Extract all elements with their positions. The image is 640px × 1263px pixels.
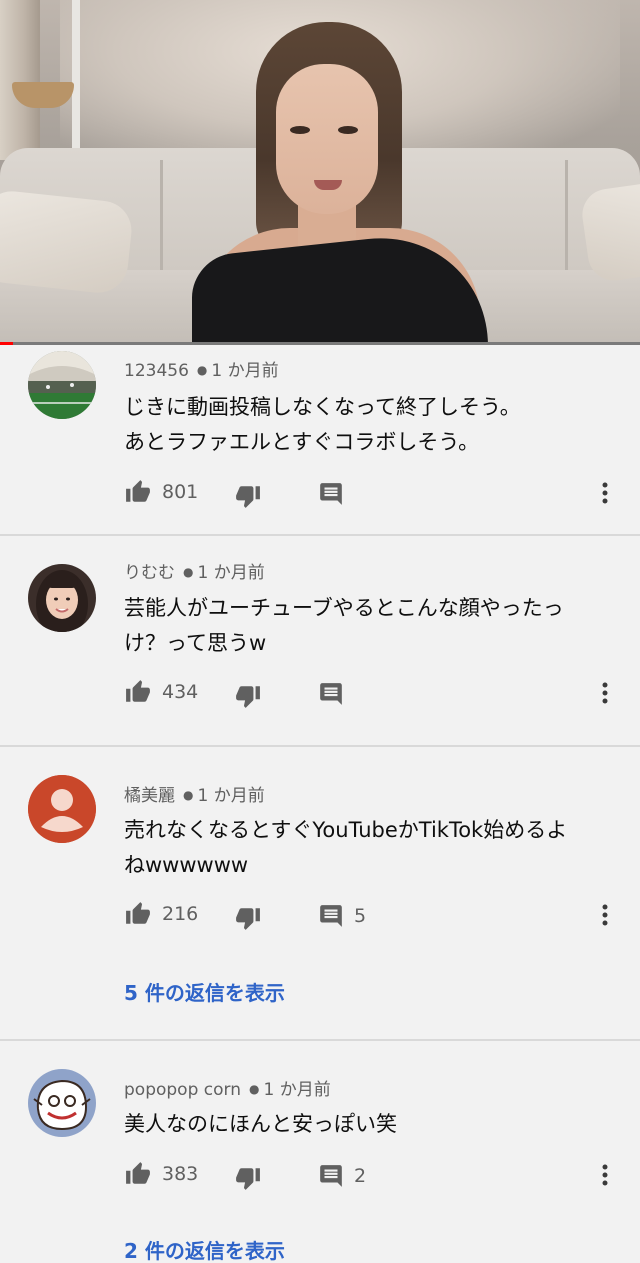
like-count: 383	[162, 1163, 199, 1185]
reply-count: 5	[354, 905, 367, 927]
comment-time: 1 か月前	[197, 786, 265, 806]
thumbs-down-icon	[236, 686, 260, 708]
dislike-button[interactable]	[234, 483, 262, 509]
stadium-avatar-image	[28, 351, 96, 419]
meta-separator: ●	[248, 1082, 260, 1096]
meta-separator: ●	[196, 363, 208, 377]
meta-separator: ●	[183, 788, 194, 802]
video-sofa-seam	[565, 160, 568, 285]
like-count: 434	[162, 681, 199, 703]
comment-text: 芸能人がユーチューブやるとこんな顔やったっ け？って思うw	[124, 591, 614, 661]
thumbs-up-icon	[126, 680, 150, 702]
reply-button[interactable]: 2	[318, 1163, 366, 1189]
avatar[interactable]	[28, 775, 96, 843]
comment-text: 売れなくなるとすぐYouTubeかTikTok始めるよ ねwwwwww	[124, 813, 614, 883]
reply-button[interactable]	[318, 481, 354, 507]
comment-author[interactable]: 橘美麗	[124, 786, 175, 806]
comment-actions: 383 2	[124, 1161, 640, 1191]
comment-time: 1 か月前	[211, 361, 279, 381]
speaker-face	[276, 64, 378, 214]
comment-icon	[320, 1165, 342, 1187]
thumbs-up-icon	[126, 480, 150, 502]
more-options-button[interactable]	[602, 1163, 608, 1191]
reply-button[interactable]: 5	[318, 903, 366, 929]
comment-line: 美人なのにほんと安っぽい笑	[124, 1112, 397, 1136]
more-vert-icon	[602, 682, 608, 704]
comment-author[interactable]: popopop corn	[124, 1080, 241, 1100]
like-button[interactable]: 801	[124, 479, 198, 505]
like-button[interactable]: 216	[124, 901, 198, 927]
like-count: 801	[162, 481, 199, 503]
avatar[interactable]	[28, 351, 96, 419]
girl-avatar-image	[28, 564, 96, 632]
avatar[interactable]	[28, 1069, 96, 1137]
comment-actions: 801	[124, 479, 640, 509]
thumbs-down-icon	[236, 1168, 260, 1190]
video-speaker	[180, 20, 500, 345]
default-profile-icon	[28, 775, 96, 843]
more-vert-icon	[602, 904, 608, 926]
comment-author[interactable]: 123456	[124, 361, 189, 381]
comment-item: りむむ ● 1 か月前 芸能人がユーチューブやるとこんな顔やったっ け？って思うw …	[0, 536, 640, 747]
comment-meta: 橘美麗 ● 1 か月前	[124, 781, 265, 806]
like-button[interactable]: 383	[124, 1161, 198, 1187]
comment-text: じきに動画投稿しなくなって終了しそう。 あとラファエルとすぐコラボしそう。	[124, 390, 614, 460]
comment-meta: りむむ ● 1 か月前	[124, 558, 265, 583]
comment-line: 売れなくなるとすぐYouTubeかTikTok始めるよ	[124, 818, 568, 842]
dislike-button[interactable]	[234, 683, 262, 709]
speaker-eye	[290, 126, 310, 134]
comment-icon	[320, 683, 342, 705]
video-curtain	[0, 0, 40, 160]
reply-button[interactable]	[318, 681, 354, 707]
avatar[interactable]	[28, 564, 96, 632]
comment-list: 123456 ● 1 か月前 じきに動画投稿しなくなって終了しそう。 あとラファエル…	[0, 345, 640, 1263]
more-vert-icon	[602, 1164, 608, 1186]
like-button[interactable]: 434	[124, 679, 198, 705]
comment-actions: 216 5	[124, 901, 640, 931]
meta-separator: ●	[183, 565, 194, 579]
video-pillow	[0, 188, 135, 296]
comment-time: 1 か月前	[197, 563, 265, 583]
cartoon-avatar-image	[28, 1069, 96, 1137]
video-sofa-seam	[160, 160, 163, 285]
comment-line: け？って思うw	[124, 631, 267, 655]
like-count: 216	[162, 903, 199, 925]
reply-count: 2	[354, 1165, 367, 1187]
comment-item: popopop corn ● 1 か月前 美人なのにほんと安っぽい笑 383 2 2…	[0, 1041, 640, 1263]
comment-time: 1 か月前	[263, 1080, 331, 1100]
comment-text: 美人なのにほんと安っぽい笑	[124, 1107, 614, 1142]
comment-item: 123456 ● 1 か月前 じきに動画投稿しなくなって終了しそう。 あとラファエル…	[0, 345, 640, 536]
speaker-eye	[338, 126, 358, 134]
video-player[interactable]	[0, 0, 640, 345]
comment-line: あとラファエルとすぐコラボしそう。	[124, 430, 480, 454]
thumbs-down-icon	[236, 486, 260, 508]
more-options-button[interactable]	[602, 481, 608, 509]
comment-actions: 434	[124, 679, 640, 709]
comment-item: 橘美麗 ● 1 か月前 売れなくなるとすぐYouTubeかTikTok始めるよ ねw…	[0, 747, 640, 1041]
comment-icon	[320, 905, 342, 927]
comment-line: じきに動画投稿しなくなって終了しそう。	[124, 395, 521, 419]
thumbs-up-icon	[126, 902, 150, 924]
dislike-button[interactable]	[234, 905, 262, 931]
more-options-button[interactable]	[602, 681, 608, 709]
comment-line: 芸能人がユーチューブやるとこんな顔やったっ	[124, 596, 564, 620]
view-replies-link[interactable]: 5 件の返信を表示	[124, 977, 285, 1006]
comment-meta: 123456 ● 1 か月前	[124, 356, 279, 381]
thumbs-up-icon	[126, 1162, 150, 1184]
more-vert-icon	[602, 482, 608, 504]
comment-line: ねwwwwww	[124, 853, 249, 877]
comment-author[interactable]: りむむ	[124, 563, 175, 583]
view-replies-link[interactable]: 2 件の返信を表示	[124, 1235, 285, 1263]
comment-meta: popopop corn ● 1 か月前	[124, 1075, 331, 1100]
dislike-button[interactable]	[234, 1165, 262, 1191]
thumbs-down-icon	[236, 908, 260, 930]
more-options-button[interactable]	[602, 903, 608, 931]
comment-icon	[320, 483, 342, 505]
